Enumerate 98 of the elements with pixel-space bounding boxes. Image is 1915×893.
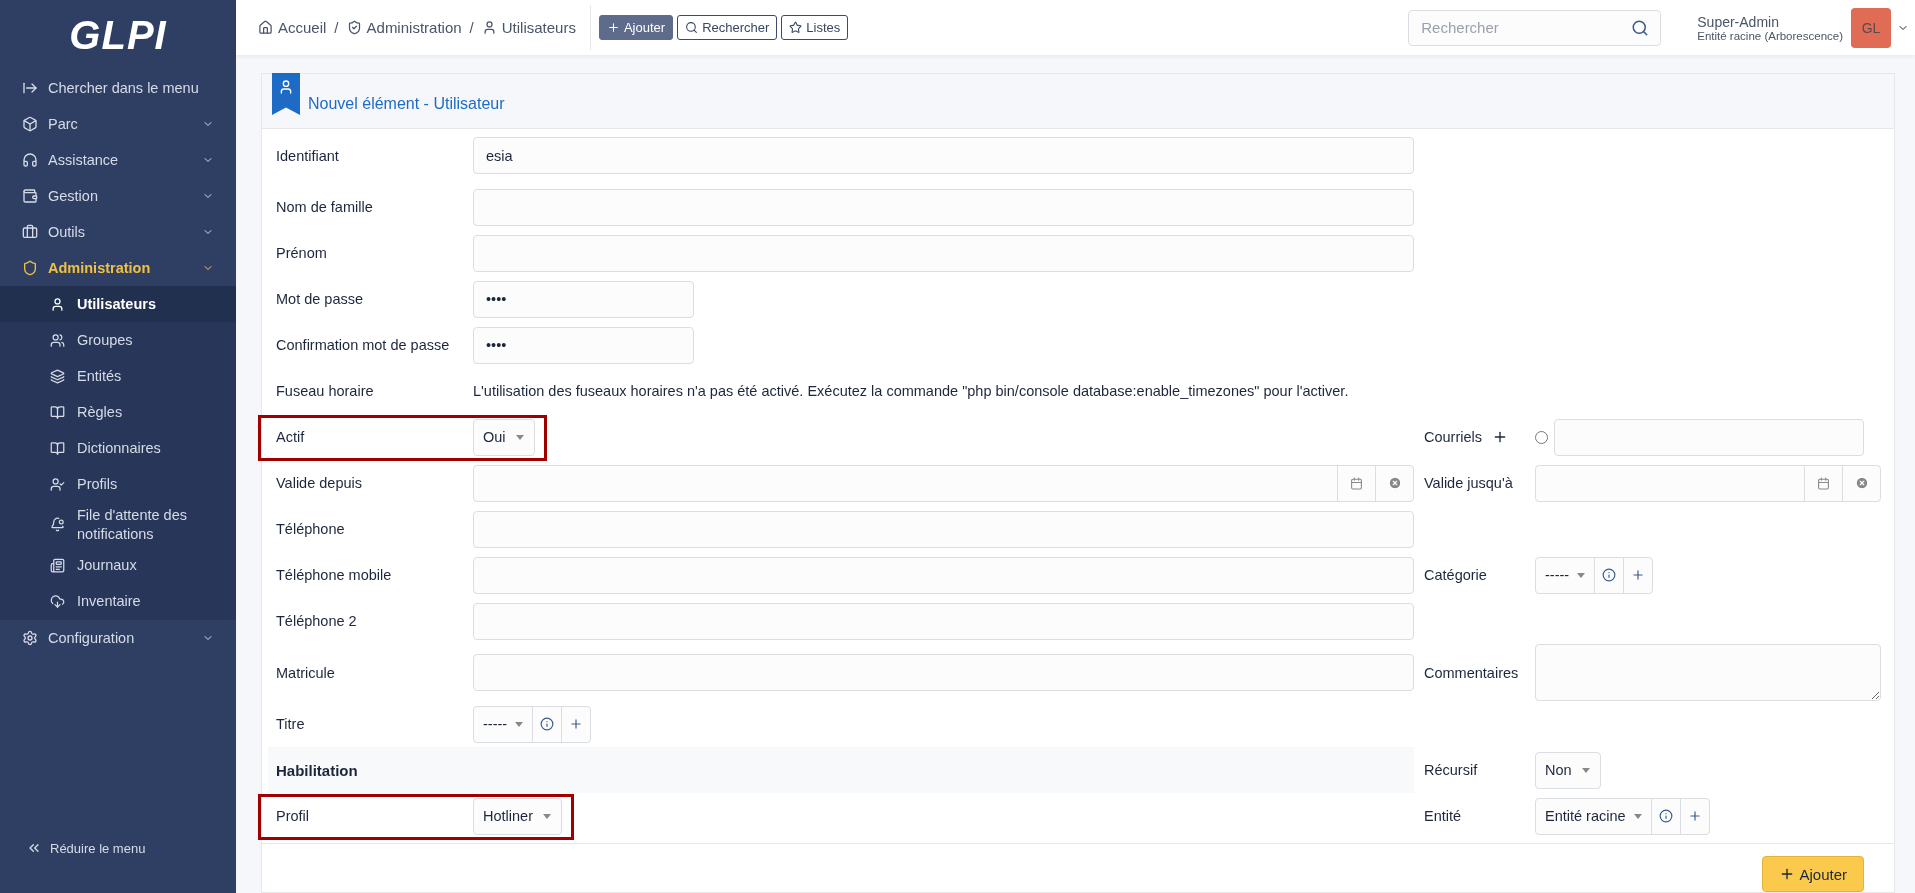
email-field[interactable] [1554, 418, 1864, 456]
submenu-item[interactable]: Groupes [0, 322, 236, 358]
user-name: Super-Admin [1697, 13, 1780, 30]
newspaper-icon [50, 558, 65, 574]
wallet-icon [22, 188, 38, 204]
plus-icon [606, 21, 620, 34]
breadcrumb-link[interactable]: Accueil [258, 19, 327, 36]
select-dropdown[interactable]: Non [1535, 751, 1601, 789]
field-label: Commentaires [1424, 664, 1520, 681]
card-title: Nouvel élément - Utilisateur [308, 95, 505, 113]
field-label: Confirmation mot de passe [276, 337, 451, 353]
bell-icon [50, 517, 65, 533]
menu-item[interactable]: Assistance [0, 142, 236, 178]
calendar-icon [1350, 476, 1363, 490]
menu-item[interactable]: Configuration [0, 619, 236, 656]
layers-icon [50, 368, 65, 384]
field-label: Nom de famille [276, 199, 374, 215]
submenu-item[interactable]: Dictionnaires [0, 430, 236, 466]
plus-icon [1492, 429, 1508, 445]
password-field[interactable]: •••• [473, 326, 694, 364]
text-field[interactable]: esia [473, 137, 1414, 174]
text-field[interactable] [473, 234, 1414, 272]
home-icon [258, 20, 273, 35]
add-button[interactable]: Ajouter [1762, 856, 1864, 892]
breadcrumb-link[interactable]: Administration [346, 19, 462, 36]
comment-textarea[interactable] [1535, 644, 1881, 701]
text-field[interactable] [473, 556, 1414, 594]
field-label: Courriels [1424, 429, 1535, 445]
toolbar-button[interactable]: Listes [781, 15, 849, 40]
star-icon [789, 21, 803, 34]
user-check-icon [50, 476, 65, 492]
date-field[interactable] [473, 464, 1414, 502]
field-label: Profil [276, 808, 311, 824]
user-icon [278, 79, 294, 95]
box-icon [22, 116, 38, 132]
field-label: Matricule [276, 664, 336, 681]
user-entity: Entité racine (Arborescence) [1697, 29, 1843, 42]
field-label: Téléphone mobile [276, 567, 393, 583]
text-field[interactable] [473, 510, 1414, 548]
submenu-item[interactable]: Entités [0, 358, 236, 394]
search-icon [685, 21, 699, 34]
field-label: Téléphone 2 [276, 613, 358, 629]
gear-icon [22, 629, 38, 646]
collapse-menu-link[interactable]: Réduire le menu [0, 823, 236, 873]
logo[interactable]: GLPI [0, 0, 236, 70]
submenu-item[interactable]: Utilisateurs [0, 286, 236, 322]
menu-item[interactable]: Outils [0, 214, 236, 250]
menu-item[interactable]: Parc [0, 106, 236, 142]
cloud-download-icon [50, 594, 65, 610]
briefcase-icon [22, 224, 38, 240]
field-label: Titre [276, 716, 306, 732]
toolbar-button[interactable]: Ajouter [598, 15, 674, 40]
field-label: Mot de passe [276, 291, 365, 307]
shield-icon [346, 20, 362, 35]
field-label: Téléphone [276, 521, 346, 537]
info-text: L'utilisation des fuseaux horaires n'a pas été activé. Exécutez la commande "php bin/console database:enable_timezones" pour l'activer. [473, 383, 1349, 399]
section-heading: Habilitation [276, 761, 358, 779]
clear-icon [1854, 476, 1869, 490]
book-icon [50, 440, 65, 456]
submenu-item[interactable]: Journaux [0, 547, 236, 584]
submenu-item[interactable]: Règles [0, 394, 236, 430]
field-label: Fuseau horaire [276, 383, 375, 399]
default-radio[interactable] [1535, 430, 1548, 444]
breadcrumb-separator: / [469, 19, 474, 36]
text-field[interactable] [473, 654, 1414, 691]
book-icon [50, 404, 65, 420]
submenu-item[interactable]: File d'attente des notifications [0, 502, 236, 548]
search-icon [1631, 18, 1650, 37]
field-label: Valide jusqu'à [1424, 475, 1514, 491]
field-label: Catégorie [1424, 567, 1488, 583]
text-field[interactable] [473, 188, 1414, 226]
select-dropdown[interactable]: Oui [473, 418, 535, 456]
text-field[interactable] [473, 602, 1414, 640]
calendar-icon [1817, 476, 1830, 490]
headset-icon [22, 152, 38, 168]
field-label: Entité [1424, 808, 1463, 824]
field-label: Identifiant [276, 147, 340, 164]
menu-item[interactable]: Administration [0, 250, 236, 286]
submenu-item[interactable]: Inventaire [0, 583, 236, 620]
user-icon [481, 20, 497, 35]
submenu-item[interactable]: Profils [0, 466, 236, 502]
user-icon [50, 296, 65, 312]
menu-item[interactable]: Gestion [0, 178, 236, 214]
field-label: Prénom [276, 245, 328, 261]
toolbar-button[interactable]: Rechercher [677, 15, 778, 40]
users-icon [50, 332, 65, 348]
breadcrumb-link[interactable]: Utilisateurs [481, 19, 576, 36]
field-label: Valide depuis [276, 475, 363, 491]
clear-icon [1387, 476, 1402, 490]
shield-icon [22, 260, 38, 276]
field-label: Actif [276, 429, 306, 445]
breadcrumb-separator: / [334, 19, 339, 36]
select-dropdown[interactable]: Hotliner [473, 797, 562, 835]
search-field[interactable]: Rechercher [1408, 9, 1662, 46]
field-label: Récursif [1424, 762, 1479, 778]
date-field[interactable] [1535, 464, 1881, 502]
password-field[interactable]: •••• [473, 280, 694, 318]
menu-search-link[interactable]: Chercher dans le menu [0, 70, 236, 106]
